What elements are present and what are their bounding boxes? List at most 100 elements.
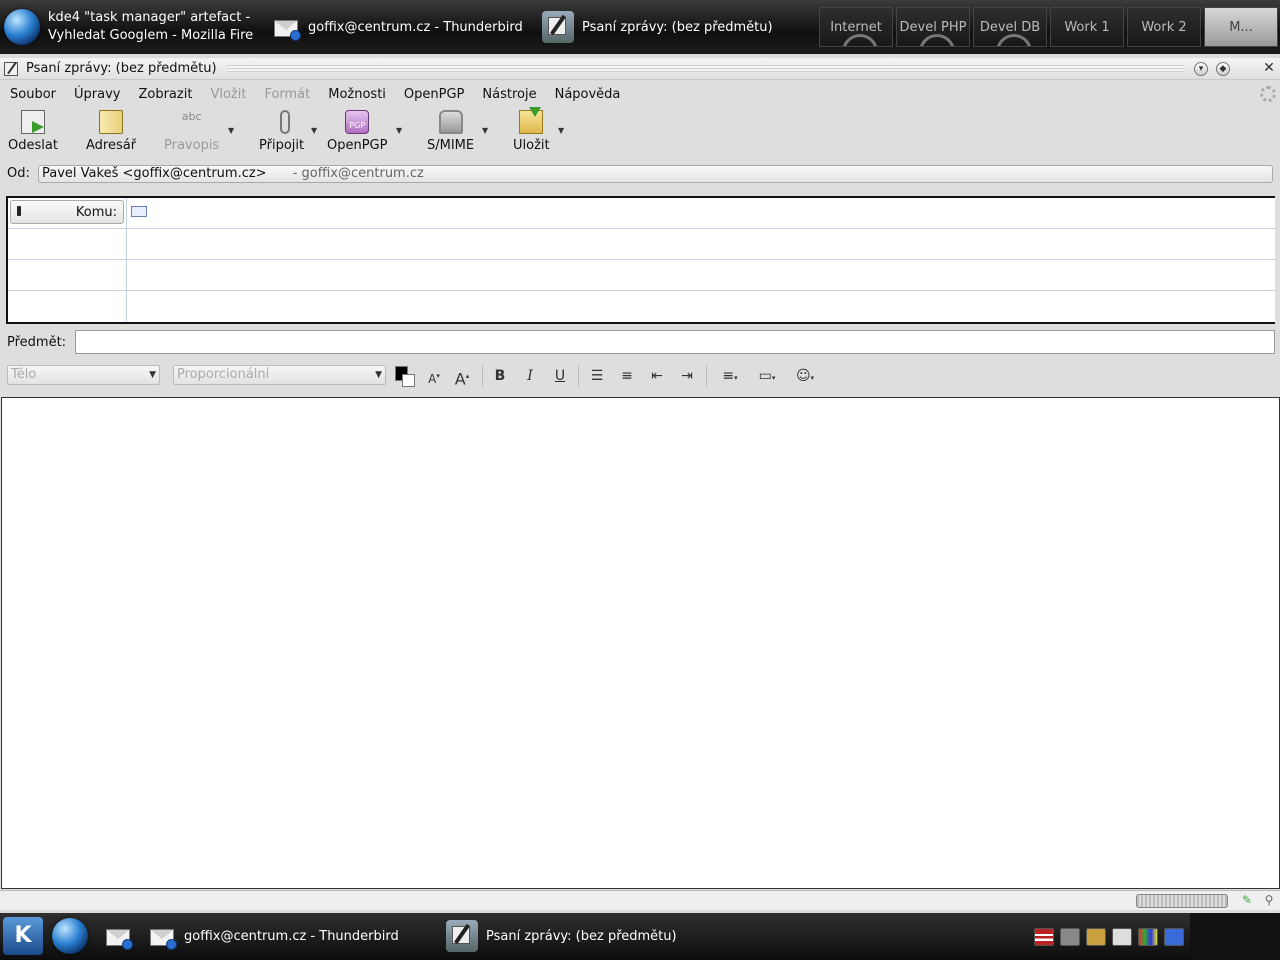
insert-object-icon[interactable]: ▭▾: [752, 366, 782, 386]
smaller-font-icon[interactable]: A▾: [422, 366, 446, 386]
desktop-pager: Internet Devel PHP Devel DB Work 1 Work …: [819, 7, 1278, 47]
firefox-launcher[interactable]: [52, 918, 88, 954]
task-firefox[interactable]: kde4 "task manager" artefact - Vyhledat …: [4, 0, 256, 54]
task-thunderbird[interactable]: goffix@centrum.cz - Thunderbird: [272, 0, 523, 54]
minimize-button[interactable]: ▾: [1194, 61, 1208, 76]
recipient-row: [8, 229, 1275, 260]
spellcheck-icon: abc: [181, 110, 202, 123]
bullet-list-icon[interactable]: ☰: [585, 366, 609, 386]
menu-nastroje[interactable]: Nástroje: [482, 87, 536, 102]
recipient-address-input[interactable]: [127, 291, 1275, 322]
italic-icon[interactable]: I: [518, 366, 542, 386]
desktop-mail[interactable]: M...: [1204, 7, 1278, 47]
desktop-devel-db[interactable]: Devel DB: [973, 7, 1047, 47]
activity-throbber-icon: [1260, 86, 1276, 102]
save-label: Uložit: [513, 138, 550, 153]
paragraph-style-select[interactable]: Tělo ▼: [7, 365, 160, 385]
attach-dropdown-icon[interactable]: ▼: [311, 126, 317, 135]
menu-napoveda[interactable]: Nápověda: [555, 87, 621, 102]
send-button[interactable]: Odeslat: [8, 110, 58, 160]
openpgp-label: OpenPGP: [327, 138, 388, 153]
smime-button[interactable]: S/MIME: [427, 110, 474, 160]
spelling-button[interactable]: abc Pravopis: [164, 110, 219, 160]
recipient-address-input[interactable]: [127, 229, 1275, 259]
security-key-icon[interactable]: ⚲: [1262, 893, 1276, 909]
underline-icon[interactable]: U: [548, 366, 572, 386]
recipient-type-select[interactable]: Komu:: [10, 200, 124, 224]
align-icon[interactable]: ≡▾: [716, 366, 744, 386]
from-row: Od: Pavel Vakeš <goffix@centrum.cz> - go…: [0, 164, 1280, 186]
task-compose[interactable]: Psaní zprávy: (bez předmětu): [542, 0, 773, 54]
recipient-address-input[interactable]: [127, 198, 1275, 228]
from-identity-select[interactable]: Pavel Vakeš <goffix@centrum.cz> - goffix…: [38, 165, 1273, 183]
message-body-editor[interactable]: [1, 397, 1280, 889]
paragraph-style-value: Tělo: [11, 367, 37, 382]
menu-zobrazit[interactable]: Zobrazit: [138, 87, 192, 102]
larger-font-icon[interactable]: A▴: [450, 366, 474, 388]
address-card-icon: [131, 206, 147, 217]
openpgp-dropdown-icon[interactable]: ▼: [396, 126, 402, 135]
chevron-down-icon: ▼: [149, 370, 156, 380]
recipient-type-cell[interactable]: [8, 291, 127, 322]
thunderbird-icon: [272, 13, 301, 41]
menu-moznosti[interactable]: Možnosti: [328, 87, 386, 102]
spelling-label: Pravopis: [164, 138, 220, 153]
text-color-picker[interactable]: [395, 366, 417, 388]
smime-dropdown-icon[interactable]: ▼: [482, 126, 488, 135]
firefox-globe-icon: [52, 918, 88, 954]
network-icon[interactable]: [1086, 928, 1106, 946]
clipboard-icon[interactable]: [1112, 928, 1132, 946]
bottom-task-thunderbird[interactable]: goffix@centrum.cz - Thunderbird: [148, 918, 399, 954]
numbered-list-icon[interactable]: ≡: [615, 366, 639, 386]
spelling-dropdown-icon[interactable]: ▼: [228, 126, 234, 135]
close-icon[interactable]: ✕: [1262, 61, 1276, 76]
recipient-type-cell[interactable]: [8, 229, 127, 259]
recipient-type-label: Komu:: [75, 204, 117, 220]
indent-icon[interactable]: ⇥: [675, 366, 699, 386]
desktop-internet[interactable]: Internet: [819, 7, 893, 47]
window-title: Psaní zprávy: (bez předmětu): [26, 61, 217, 76]
save-button[interactable]: Uložit: [513, 107, 550, 160]
font-select[interactable]: Proporcionální ▼: [173, 365, 386, 385]
paperclip-icon: [280, 110, 291, 134]
desktop-work-2[interactable]: Work 2: [1127, 7, 1201, 47]
desktop-devel-php[interactable]: Devel PHP: [896, 7, 970, 47]
recipient-address-input[interactable]: [127, 260, 1275, 290]
menu-vlozit[interactable]: Vložit: [210, 87, 246, 102]
desktop-work-1[interactable]: Work 1: [1050, 7, 1124, 47]
smime-label: S/MIME: [427, 138, 475, 153]
recipient-row: Komu:: [8, 198, 1275, 229]
bottom-task-compose-label: Psaní zprávy: (bez předmětu): [486, 928, 677, 944]
compose-icon: [542, 11, 574, 43]
address-book-icon: [99, 110, 124, 134]
recipient-type-cell[interactable]: [8, 260, 127, 290]
from-identity-value: Pavel Vakeš <goffix@centrum.cz>: [42, 166, 267, 181]
bold-icon[interactable]: B: [488, 366, 512, 386]
save-dropdown-icon[interactable]: ▼: [558, 126, 564, 135]
maximize-button[interactable]: ◆: [1216, 61, 1230, 76]
outdent-icon[interactable]: ⇤: [645, 366, 669, 386]
clock-area[interactable]: [1190, 913, 1280, 960]
address-book-button[interactable]: Adresář: [86, 110, 136, 160]
menu-soubor[interactable]: Soubor: [10, 87, 56, 102]
openpgp-icon: PGP: [345, 110, 370, 134]
menu-openpgp[interactable]: OpenPGP: [404, 87, 464, 102]
menu-format[interactable]: Formát: [264, 87, 310, 102]
title-bar[interactable]: Psaní zprávy: (bez předmětu) ▾ ◆ ✕: [0, 58, 1280, 80]
smiley-icon[interactable]: ☺▾: [790, 366, 820, 386]
bottom-task-thunderbird-label: goffix@centrum.cz - Thunderbird: [184, 928, 399, 944]
bottom-task-compose[interactable]: Psaní zprávy: (bez předmětu): [446, 918, 677, 954]
attach-button[interactable]: Připojit: [259, 110, 304, 160]
subject-input[interactable]: [75, 330, 1275, 354]
kde-menu-icon[interactable]: K: [3, 917, 43, 955]
recipient-row: [8, 291, 1275, 322]
volume-icon[interactable]: [1060, 928, 1080, 946]
openpgp-button[interactable]: PGP OpenPGP: [327, 110, 387, 160]
thunderbird-launcher[interactable]: [104, 918, 133, 954]
keyboard-layout-flag-icon[interactable]: [1034, 928, 1054, 946]
display-tray-icon[interactable]: [1164, 928, 1184, 946]
recipient-row: [8, 260, 1275, 291]
window-compose-icon[interactable]: [4, 61, 18, 76]
app-tray-icon[interactable]: [1138, 928, 1158, 946]
menu-upravy[interactable]: Úpravy: [74, 87, 120, 102]
